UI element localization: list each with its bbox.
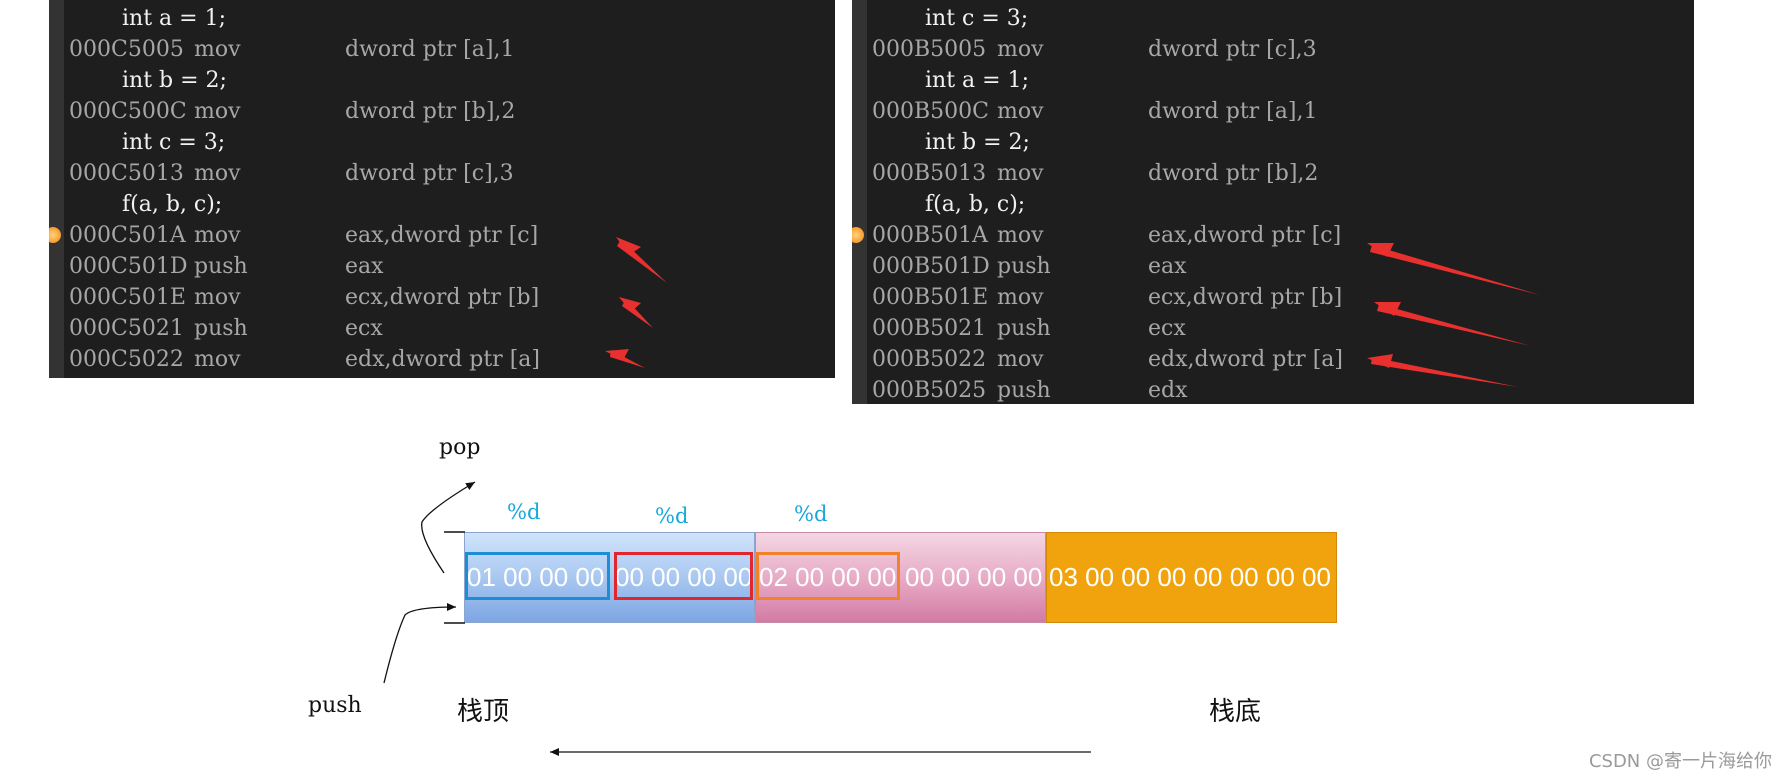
push-arrow-icon xyxy=(383,603,457,684)
watermark: CSDN @寄一片海给你 xyxy=(1588,751,1772,772)
diagram-lines xyxy=(383,481,1091,756)
pop-arrow-icon xyxy=(421,481,476,574)
